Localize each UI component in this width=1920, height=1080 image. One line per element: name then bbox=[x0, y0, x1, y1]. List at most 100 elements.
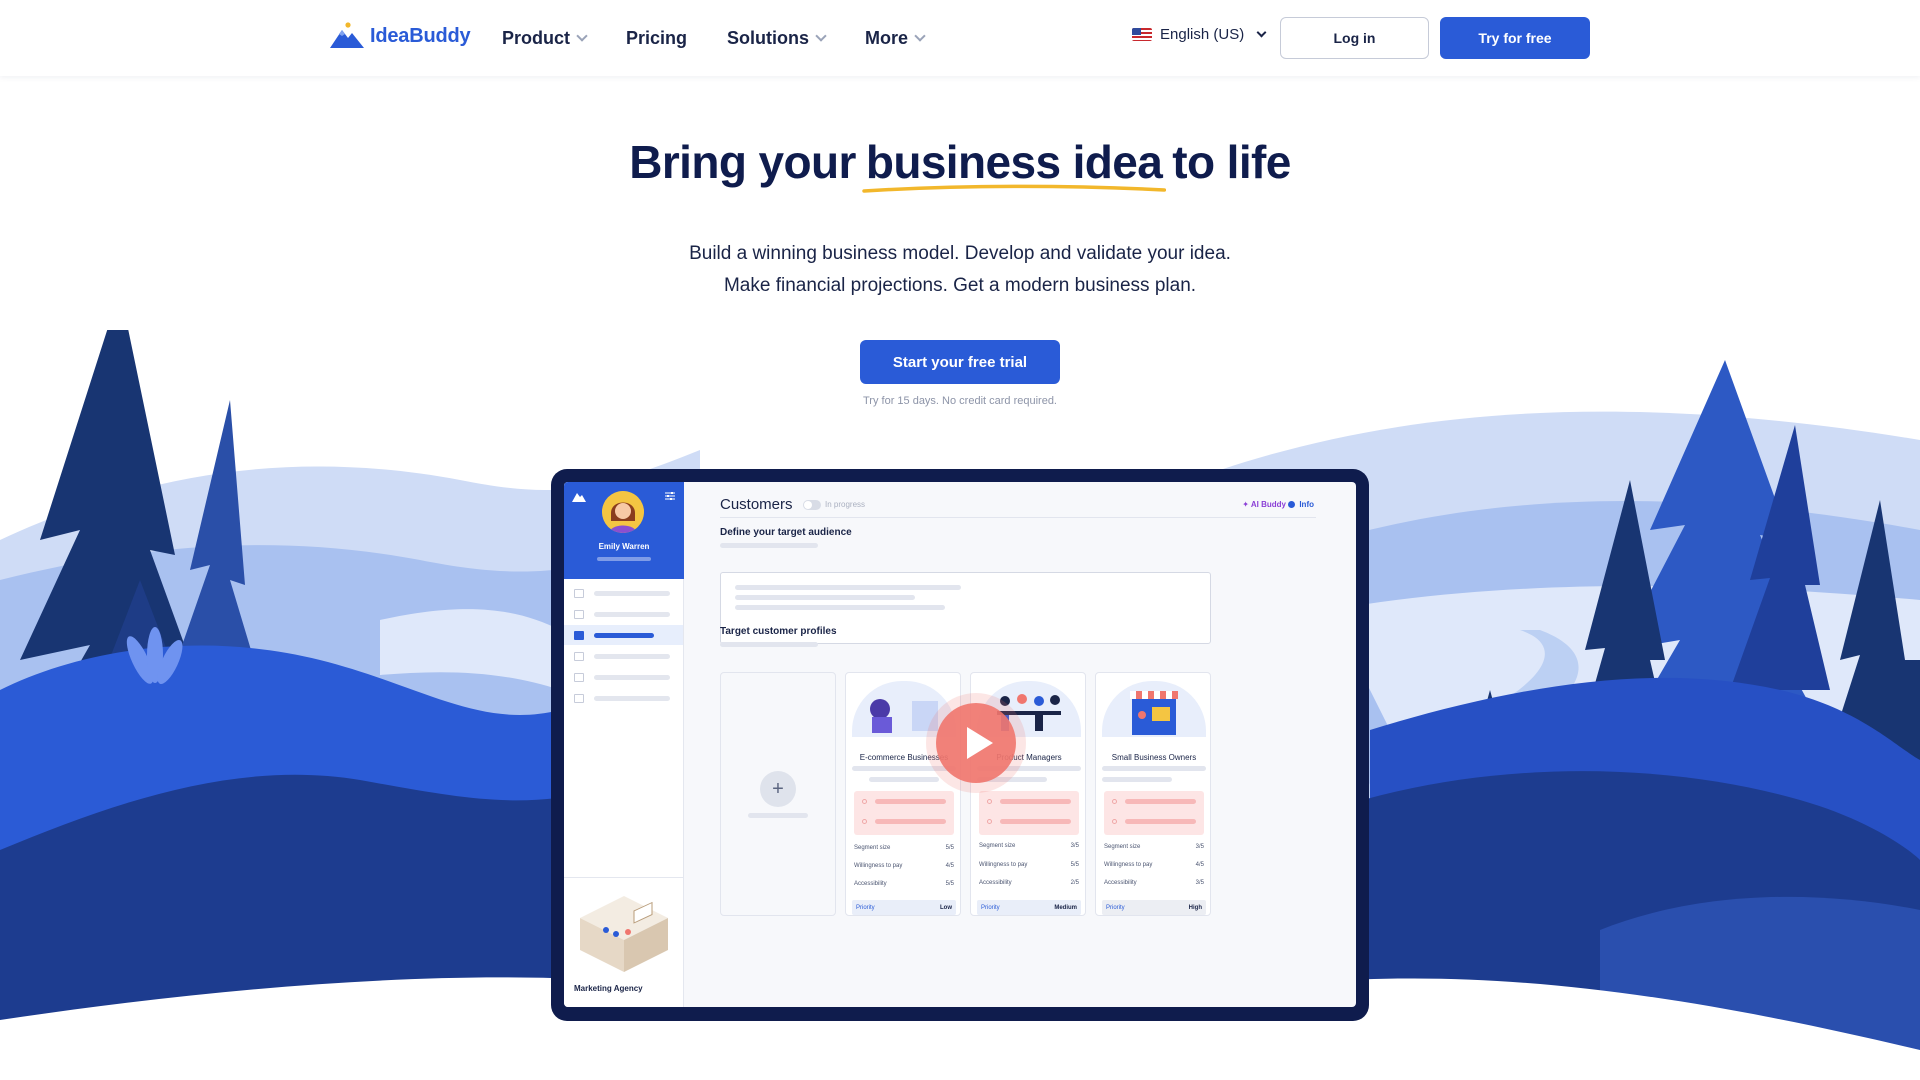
stat-willingness: Willingness to pay 4/5 bbox=[1104, 862, 1204, 868]
sidebar-item-placeholder bbox=[594, 653, 670, 659]
priority-label: Priority bbox=[981, 904, 1000, 911]
sidebar-user-subline bbox=[597, 557, 651, 561]
start-free-trial-button[interactable]: Start your free trial bbox=[860, 340, 1060, 384]
stat-segment-size: Segment size 3/5 bbox=[1104, 844, 1204, 850]
hero-highlight-text: business idea bbox=[865, 136, 1163, 188]
settings-sliders-icon bbox=[665, 492, 675, 500]
pain-dot bbox=[987, 819, 992, 824]
pain-dot bbox=[987, 799, 992, 804]
pain-line bbox=[1000, 799, 1071, 804]
stat-accessibility: Accessibility 5/5 bbox=[854, 881, 954, 887]
top-navigation: IdeaBuddy Product Pricing Solutions More… bbox=[0, 0, 1920, 76]
text-line-placeholder bbox=[735, 595, 915, 600]
nav-product[interactable]: Product bbox=[502, 28, 588, 49]
highlight-underline bbox=[862, 184, 1166, 193]
hero-title: Bring your business idea to life bbox=[0, 135, 1920, 193]
stat-value: 3/5 bbox=[1195, 844, 1204, 850]
nav-pricing[interactable]: Pricing bbox=[626, 28, 687, 49]
stat-label: Accessibility bbox=[1104, 880, 1137, 886]
ideabuddy-logo[interactable]: IdeaBuddy bbox=[330, 22, 471, 50]
home-icon bbox=[574, 588, 584, 598]
stat-accessibility: Accessibility 2/5 bbox=[979, 880, 1079, 886]
sidebar-item-idea[interactable] bbox=[564, 604, 683, 624]
main-menu: Product Pricing Solutions More bbox=[502, 0, 926, 76]
profile-card-small-business[interactable]: Small Business Owners Segment size 3/5 Wi… bbox=[1095, 672, 1211, 916]
stat-segment-size: Segment size 3/5 bbox=[979, 843, 1079, 849]
checklist-icon bbox=[574, 693, 584, 703]
chevron-down-icon bbox=[815, 30, 827, 42]
avatar-illustration bbox=[602, 491, 644, 533]
stat-value: 4/5 bbox=[1195, 862, 1204, 868]
office-isometric-illustration bbox=[580, 896, 668, 972]
section-target-audience: Define your target audience bbox=[720, 527, 852, 538]
nav-more[interactable]: More bbox=[865, 28, 926, 49]
page-title: Customers bbox=[720, 496, 793, 513]
login-button[interactable]: Log in bbox=[1280, 17, 1429, 59]
ai-buddy-button[interactable]: ✦ AI Buddy bbox=[1242, 500, 1286, 509]
pain-points-box bbox=[979, 791, 1079, 835]
sidebar-item-tasks[interactable] bbox=[564, 688, 683, 708]
progress-status: In progress bbox=[825, 500, 866, 509]
header-divider bbox=[720, 517, 1316, 518]
stat-value: 3/5 bbox=[1070, 843, 1079, 849]
pain-dot bbox=[1112, 819, 1117, 824]
sidebar-project[interactable]: Marketing Agency bbox=[564, 877, 683, 1007]
add-label-placeholder bbox=[748, 813, 808, 818]
pain-points-box bbox=[1104, 791, 1204, 835]
priority-label: Priority bbox=[856, 904, 875, 911]
play-video-button[interactable] bbox=[936, 703, 1016, 783]
priority-value: Medium bbox=[1054, 904, 1077, 911]
sidebar-item-placeholder bbox=[594, 695, 670, 701]
book-icon bbox=[574, 630, 584, 640]
sidebar-item-docs[interactable] bbox=[564, 667, 683, 687]
hero-title-end: to life bbox=[1172, 136, 1291, 188]
chart-icon bbox=[574, 651, 584, 661]
stat-label: Accessibility bbox=[854, 881, 887, 887]
nav-solutions[interactable]: Solutions bbox=[727, 27, 827, 49]
stat-label: Accessibility bbox=[979, 880, 1012, 886]
card-line-placeholder bbox=[1102, 777, 1172, 782]
stat-value: 2/5 bbox=[1070, 880, 1079, 886]
app-main: Customers In progress ✦ AI Buddy Info De… bbox=[684, 482, 1356, 1007]
add-profile-card[interactable]: + bbox=[720, 672, 836, 916]
stat-value: 5/5 bbox=[945, 881, 954, 887]
stat-accessibility: Accessibility 3/5 bbox=[1104, 880, 1204, 886]
profile-card-ecommerce[interactable]: E-commerce Businesses Segment size 5/5 Wi… bbox=[845, 672, 961, 916]
sidebar-item-placeholder bbox=[594, 590, 670, 596]
language-selector[interactable]: English (US) bbox=[1132, 26, 1267, 43]
stat-segment-size: Segment size 5/5 bbox=[854, 845, 954, 851]
us-flag-icon bbox=[1132, 28, 1152, 41]
mountain-logo-icon bbox=[572, 493, 586, 502]
priority-value: High bbox=[1188, 904, 1202, 911]
chevron-down-icon bbox=[1256, 27, 1267, 38]
sidebar-user-name: Emily Warren bbox=[598, 542, 650, 551]
pain-row bbox=[862, 819, 946, 824]
card-illustration bbox=[1102, 681, 1206, 737]
language-label: English (US) bbox=[1160, 26, 1245, 43]
pain-dot bbox=[862, 799, 867, 804]
user-avatar bbox=[602, 491, 644, 533]
stat-label: Segment size bbox=[1104, 844, 1141, 850]
nav-solutions-label: Solutions bbox=[727, 27, 810, 48]
sidebar-item-placeholder bbox=[594, 632, 654, 638]
card-line-placeholder bbox=[869, 777, 939, 782]
logo-text: IdeaBuddy bbox=[370, 24, 471, 47]
pain-line bbox=[1125, 819, 1196, 824]
pain-row bbox=[862, 799, 946, 804]
try-for-free-button[interactable]: Try for free bbox=[1440, 17, 1590, 59]
stat-willingness: Willingness to pay 4/5 bbox=[854, 863, 954, 869]
info-button[interactable]: Info bbox=[1288, 500, 1314, 509]
sidebar-item-customers[interactable] bbox=[564, 625, 683, 645]
hero-subtitle-line1: Build a winning business model. Develop … bbox=[689, 243, 1231, 264]
app-sidebar: Emily Warren Marketing Agency bbox=[564, 482, 684, 1007]
sidebar-item-chart[interactable] bbox=[564, 646, 683, 666]
section-subtitle-placeholder bbox=[720, 642, 818, 647]
stat-label: Willingness to pay bbox=[854, 863, 903, 869]
progress-toggle[interactable] bbox=[803, 500, 821, 510]
project-label: Marketing Agency bbox=[574, 984, 643, 993]
hero-title-highlight: business idea bbox=[862, 135, 1166, 193]
text-line-placeholder bbox=[735, 585, 961, 590]
sidebar-item-home[interactable] bbox=[564, 583, 683, 603]
stat-label: Segment size bbox=[854, 845, 891, 851]
stat-label: Willingness to pay bbox=[979, 862, 1028, 868]
